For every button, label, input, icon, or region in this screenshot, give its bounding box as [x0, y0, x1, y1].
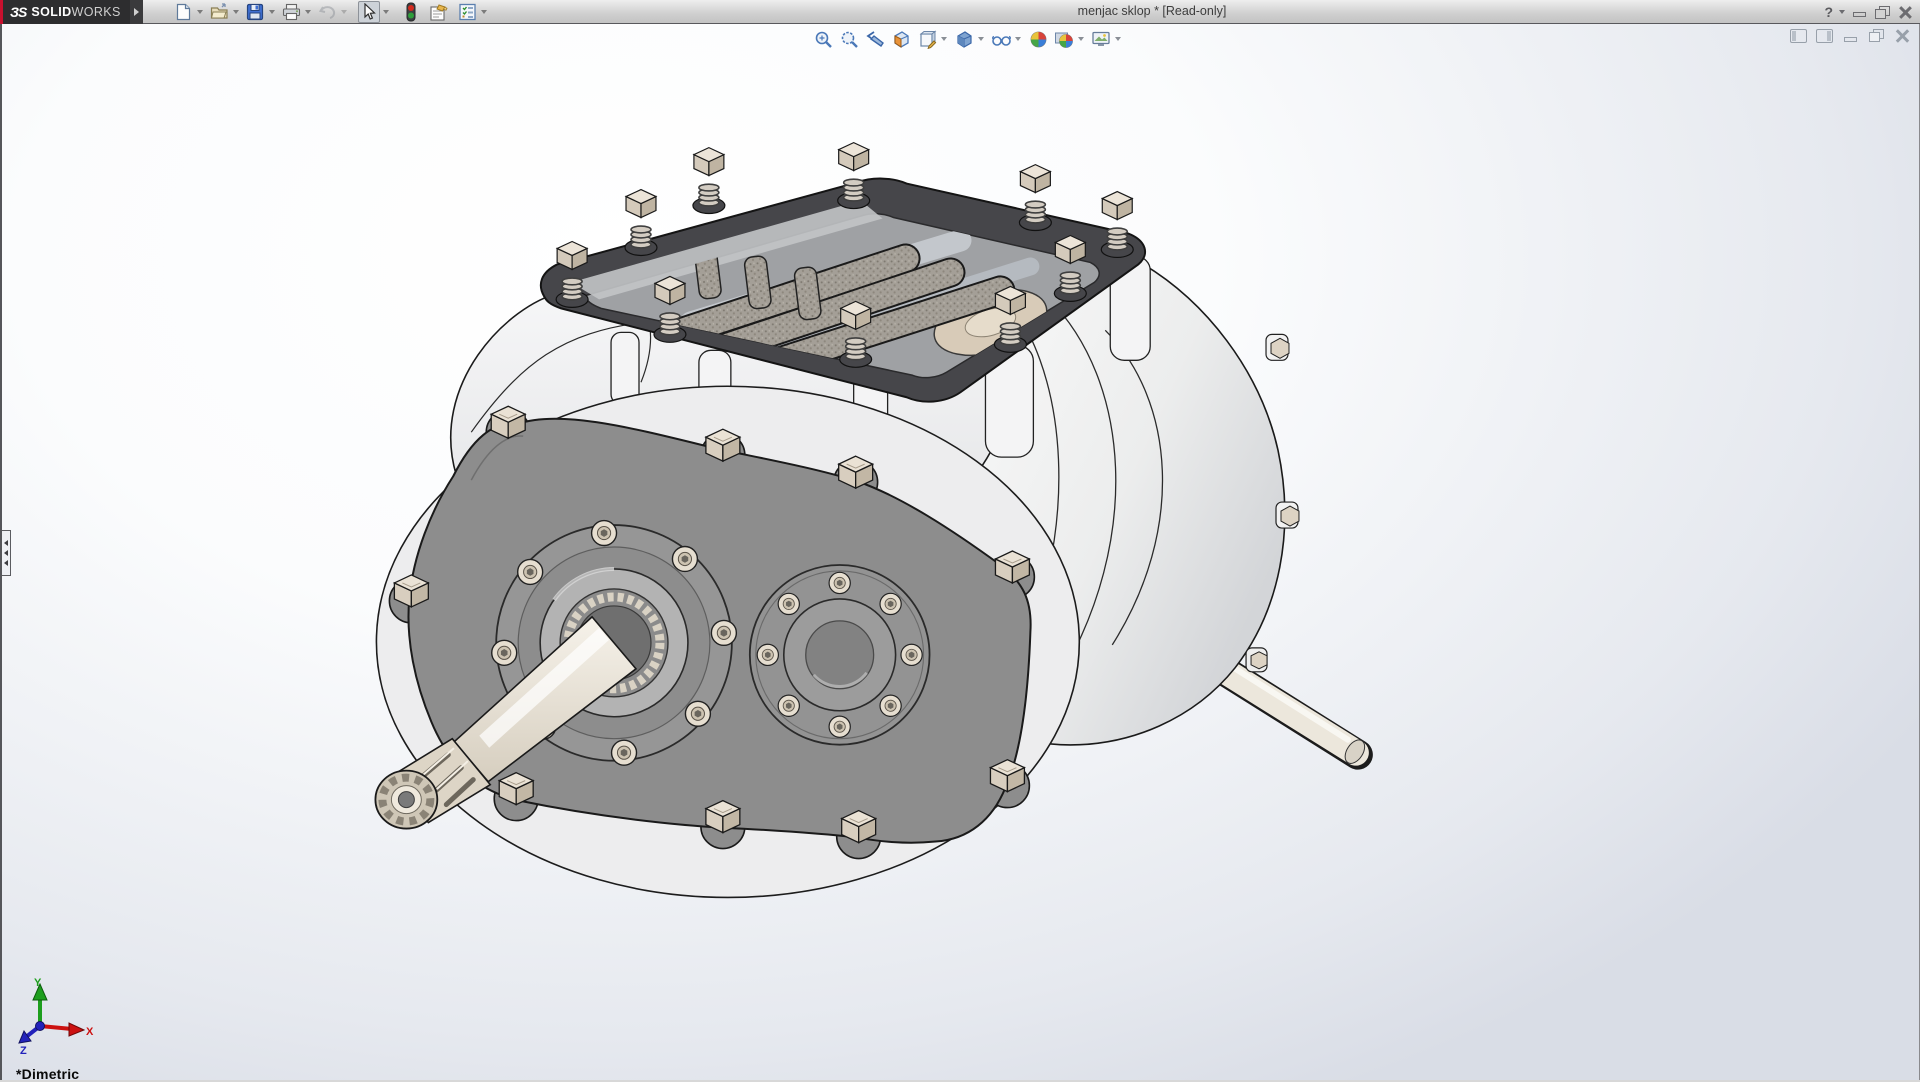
document-window-controls [1790, 29, 1911, 43]
stoplight-icon [405, 2, 417, 22]
triad-x-label: X [86, 1026, 94, 1038]
undo-dropdown[interactable] [338, 1, 350, 23]
toggle-left-pane-button[interactable] [1790, 29, 1807, 43]
collapse-arrow-icon [4, 550, 8, 556]
flyout-arrow-icon [134, 8, 139, 16]
rebuild-stoplight-button[interactable] [400, 1, 422, 23]
save-dropdown[interactable] [266, 1, 278, 23]
open-dropdown[interactable] [230, 1, 242, 23]
hide-show-items-icon [991, 30, 1012, 49]
window-title: menjac sklop * [Read-only] [1078, 4, 1227, 18]
view-settings-icon [1091, 30, 1111, 49]
apply-scene-icon [1054, 30, 1074, 49]
previous-view-icon [865, 30, 885, 49]
close-document-button[interactable] [1894, 29, 1911, 43]
select-button[interactable] [358, 1, 380, 23]
options-dropdown[interactable] [478, 1, 490, 23]
section-view-icon [892, 30, 911, 49]
graphics-area[interactable]: Y X Z *Dimetric [0, 24, 1920, 1080]
triad-z-label: Z [20, 1045, 27, 1054]
solidworks-logo: ЗS SOLIDWORKS [0, 0, 130, 24]
undo-button[interactable] [316, 1, 338, 23]
view-orientation-button[interactable] [916, 28, 938, 50]
zoom-to-area-button[interactable] [838, 28, 860, 50]
open-button[interactable] [208, 1, 230, 23]
close-window-button[interactable] [1897, 5, 1914, 19]
select-dropdown[interactable] [380, 1, 392, 23]
orientation-triad: Y X Z [14, 974, 98, 1054]
headsup-view-toolbar [812, 28, 1123, 50]
display-style-button[interactable] [953, 28, 975, 50]
new-document-dropdown[interactable] [194, 1, 206, 23]
section-view-button[interactable] [890, 28, 912, 50]
print-dropdown[interactable] [302, 1, 314, 23]
new-document-button[interactable] [172, 1, 194, 23]
view-orientation-dropdown[interactable] [938, 28, 949, 50]
view-settings-dropdown[interactable] [1112, 28, 1123, 50]
model-viewport-canvas[interactable] [2, 24, 1919, 1080]
collapse-arrow-icon [4, 560, 8, 566]
view-settings-button[interactable] [1090, 28, 1112, 50]
triad-y-label: Y [34, 977, 42, 989]
zoom-to-area-icon [840, 30, 859, 49]
hide-show-items-dropdown[interactable] [1012, 28, 1023, 50]
menu-flyout-button[interactable] [130, 0, 143, 24]
hide-show-items-button[interactable] [990, 28, 1012, 50]
file-properties-icon [429, 3, 449, 22]
restore-document-button[interactable] [1868, 29, 1885, 43]
window-controls: ? [1824, 0, 1914, 24]
collapsed-panel-tab[interactable] [2, 530, 11, 576]
minimize-window-button[interactable] [1851, 5, 1868, 19]
print-button[interactable] [280, 1, 302, 23]
help-button[interactable]: ? [1824, 4, 1833, 20]
view-orientation-icon [918, 30, 937, 49]
display-style-icon [955, 30, 974, 49]
options-button[interactable] [456, 1, 478, 23]
solidworks-logo-mark: ЗS [10, 4, 26, 20]
toggle-right-pane-button[interactable] [1816, 29, 1833, 43]
options-icon [458, 3, 477, 21]
zoom-to-fit-icon [814, 30, 833, 49]
apply-scene-dropdown[interactable] [1075, 28, 1086, 50]
display-style-dropdown[interactable] [975, 28, 986, 50]
edit-appearance-icon [1029, 30, 1048, 49]
main-toolbar [172, 0, 492, 24]
edit-appearance-button[interactable] [1027, 28, 1049, 50]
new-document-icon [174, 3, 192, 21]
help-dropdown[interactable] [1839, 10, 1845, 14]
save-button[interactable] [244, 1, 266, 23]
previous-view-button[interactable] [864, 28, 886, 50]
apply-scene-button[interactable] [1053, 28, 1075, 50]
solidworks-logo-brand-light: WORKS [72, 5, 121, 19]
file-properties-button[interactable] [428, 1, 450, 23]
undo-icon [318, 3, 337, 21]
lay-bearing-flange[interactable] [750, 565, 930, 745]
save-icon [246, 3, 264, 21]
restore-window-button[interactable] [1874, 5, 1891, 19]
print-icon [282, 3, 301, 21]
minimize-document-button[interactable] [1842, 29, 1859, 43]
open-icon [210, 3, 229, 21]
collapse-arrow-icon [4, 540, 8, 546]
zoom-to-fit-button[interactable] [812, 28, 834, 50]
solidworks-logo-brand-bold: SOLID [31, 5, 71, 19]
titlebar: ЗS SOLIDWORKS [0, 0, 1920, 24]
select-cursor-icon [361, 3, 377, 21]
